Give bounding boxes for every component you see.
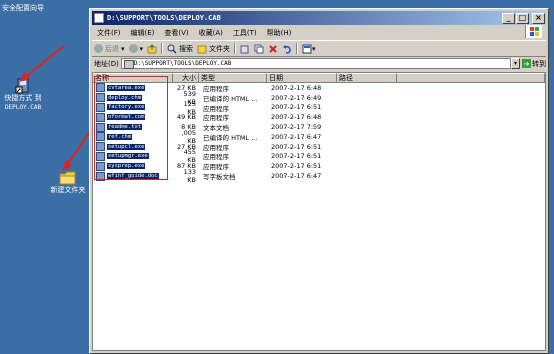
window-icon xyxy=(94,13,104,23)
menu-edit[interactable]: 编辑(E) xyxy=(126,28,160,38)
delete-button[interactable] xyxy=(266,42,280,55)
file-type: 应用程序 xyxy=(203,114,229,123)
menu-view[interactable]: 查看(V) xyxy=(159,28,193,38)
forward-button[interactable]: ▾ xyxy=(127,42,146,55)
file-date: 2007-2-17 6:49 xyxy=(271,93,322,102)
undo-button[interactable] xyxy=(280,42,294,55)
search-label: 搜索 xyxy=(179,44,194,53)
go-arrow-icon: ➔ xyxy=(522,59,531,68)
file-type: 应用程序 xyxy=(203,104,229,113)
menu-bar: 文件(F) 编辑(E) 查看(V) 收藏(A) 工具(T) 帮助(H) xyxy=(92,25,546,39)
menu-favorites[interactable]: 收藏(A) xyxy=(194,28,228,38)
back-arrow-icon xyxy=(94,44,103,53)
views-button[interactable]: ▾ xyxy=(300,42,318,55)
delete-icon xyxy=(269,44,277,53)
search-button[interactable]: 搜索 xyxy=(165,42,195,55)
minimize-button[interactable]: _ xyxy=(502,12,515,24)
column-header-filler xyxy=(397,73,545,83)
folders-label: 文件夹 xyxy=(209,44,231,53)
address-label: 地址(D) xyxy=(94,59,119,68)
copy-to-icon xyxy=(254,44,264,53)
address-bar: 地址(D) D:\SUPPORT\TOOLS\DEPLOY.CAB ▾ ➔ 转到 xyxy=(92,57,546,70)
new-folder-label: 新建文件夹 xyxy=(50,186,86,194)
search-icon xyxy=(167,44,177,54)
menu-file[interactable]: 文件(F) xyxy=(92,28,126,38)
maximize-button[interactable]: □ xyxy=(516,12,529,24)
toolbar: 后退 ▾ ▾ 搜索 文件夹 ▾ xyxy=(92,40,546,57)
security-wizard-label: 安全配置向导 xyxy=(2,4,44,12)
forward-arrow-icon xyxy=(128,44,138,53)
file-date: 2007-2-17 6:51 xyxy=(271,103,322,112)
file-type: 应用程序 xyxy=(203,84,229,93)
back-button[interactable]: 后退 ▾ xyxy=(92,42,127,55)
file-date: 2007-2-17 6:51 xyxy=(271,162,322,171)
annotation-arrow-1 xyxy=(20,45,65,82)
up-button[interactable] xyxy=(145,42,159,55)
back-dropdown-icon[interactable]: ▾ xyxy=(121,45,125,53)
file-date: 2007-2-17 6:47 xyxy=(271,172,322,181)
file-date: 2007-2-17 6:47 xyxy=(271,132,322,141)
file-date: 2007-2-17 6:48 xyxy=(271,83,322,92)
file-type: 应用程序 xyxy=(203,163,229,172)
close-button[interactable]: × xyxy=(532,12,545,24)
address-dropdown-button[interactable]: ▾ xyxy=(511,58,520,69)
file-size: 49 KB xyxy=(176,113,196,122)
cab-file-icon xyxy=(123,60,134,69)
file-date: 2007-2-17 6:51 xyxy=(271,142,322,151)
folders-icon xyxy=(197,45,207,53)
copy-to-button[interactable] xyxy=(252,42,266,55)
file-type: 应用程序 xyxy=(203,143,229,152)
desktop-icon-security-wizard[interactable]: 安全配置向导 xyxy=(2,0,44,13)
deploy-shortcut-label-1: 快捷方式 到 xyxy=(4,94,42,102)
file-type: 已编译的 HTML ... xyxy=(203,94,258,103)
file-date: 2007-2-17 6:48 xyxy=(271,113,322,122)
deploy-shortcut-label-2: DEPLOY.CAB xyxy=(4,104,42,111)
title-bar[interactable]: D:\SUPPORT\TOOLS\DEPLOY.CAB _ □ × xyxy=(92,11,546,25)
toolbar-separator xyxy=(296,43,299,54)
explorer-window: D:\SUPPORT\TOOLS\DEPLOY.CAB _ □ × 文件(F) … xyxy=(89,8,549,354)
file-type: 已编译的 HTML ... xyxy=(203,133,258,142)
go-label: 转到 xyxy=(532,59,546,68)
menu-tools[interactable]: 工具(T) xyxy=(228,28,262,38)
back-label: 后退 xyxy=(105,44,119,53)
toolbar-separator xyxy=(161,43,164,54)
toolbar-separator xyxy=(234,43,237,54)
address-value: D:\SUPPORT\TOOLS\DEPLOY.CAB xyxy=(133,60,232,67)
file-type: 应用程序 xyxy=(203,153,229,162)
file-date: 2007-2-17 6:51 xyxy=(271,152,322,161)
folders-button[interactable]: 文件夹 xyxy=(195,42,232,55)
windows-logo-icon xyxy=(525,25,542,38)
menu-help[interactable]: 帮助(H) xyxy=(262,28,297,38)
undo-icon xyxy=(283,44,291,54)
views-icon xyxy=(302,44,312,53)
move-to-button[interactable] xyxy=(238,42,252,55)
file-size: 133 KB xyxy=(183,168,196,185)
file-date: 2007-2-17 7:59 xyxy=(271,123,322,132)
selection-highlight-box xyxy=(94,76,168,180)
go-button[interactable]: ➔ 转到 xyxy=(522,59,546,69)
file-type: 文本文档 xyxy=(203,124,229,133)
column-header-date[interactable]: 日期 xyxy=(267,73,337,83)
column-header-path[interactable]: 路径 xyxy=(337,73,397,83)
file-type: 写字板文档 xyxy=(203,173,236,182)
views-dropdown-icon: ▾ xyxy=(312,44,316,53)
forward-dropdown-icon[interactable]: ▾ xyxy=(140,45,144,53)
up-folder-icon xyxy=(147,43,157,53)
window-title: D:\SUPPORT\TOOLS\DEPLOY.CAB xyxy=(107,14,221,22)
move-to-icon xyxy=(240,45,249,53)
column-header-type[interactable]: 类型 xyxy=(199,73,267,83)
column-header-size[interactable]: 大小 xyxy=(173,73,199,83)
address-input[interactable]: D:\SUPPORT\TOOLS\DEPLOY.CAB xyxy=(120,58,511,69)
